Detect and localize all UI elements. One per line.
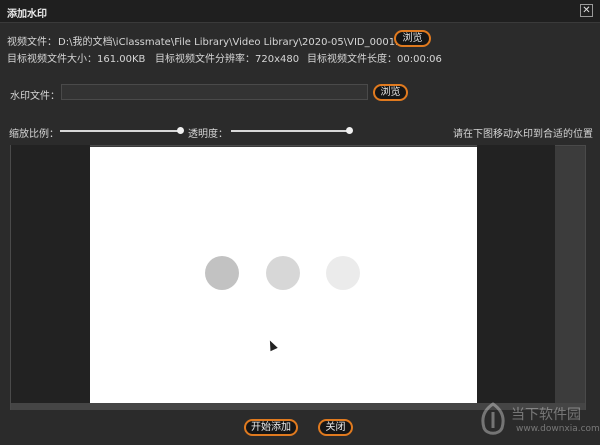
video-file-label: 视频文件： bbox=[7, 37, 57, 48]
site-logo-icon bbox=[481, 402, 505, 435]
scale-slider-track[interactable] bbox=[60, 130, 181, 132]
opacity-slider-track[interactable] bbox=[231, 130, 350, 132]
loading-dot bbox=[326, 256, 360, 290]
video-file-path: D:\我的文档\iClassmate\File Library\Video Li… bbox=[58, 37, 421, 48]
preview-letterbox-right bbox=[477, 145, 555, 403]
title-bar: 添加水印 ✕ bbox=[0, 0, 600, 23]
site-watermark: 当下软件园 www.downxia.com bbox=[478, 402, 600, 440]
preview-letterbox-left bbox=[11, 145, 90, 403]
target-resolution-text: 目标视频文件分辨率：720x480 bbox=[155, 54, 300, 65]
loading-dot bbox=[205, 256, 239, 290]
vertical-scrollbar[interactable] bbox=[555, 147, 585, 403]
watermark-browse-button[interactable]: 浏览 bbox=[373, 84, 408, 101]
opacity-label: 透明度： bbox=[188, 129, 228, 140]
site-watermark-url: www.downxia.com bbox=[516, 424, 600, 434]
scale-label: 缩放比例： bbox=[9, 129, 59, 140]
video-browse-button[interactable]: 浏览 bbox=[394, 30, 431, 47]
start-add-button[interactable]: 开始添加 bbox=[244, 419, 298, 436]
target-duration-text: 目标视频文件长度：00:00:06 bbox=[307, 54, 442, 65]
watermark-file-label: 水印文件： bbox=[10, 91, 60, 102]
close-icon[interactable]: ✕ bbox=[580, 4, 593, 17]
loading-dot bbox=[266, 256, 300, 290]
preview-canvas[interactable] bbox=[90, 147, 477, 403]
close-button[interactable]: 关闭 bbox=[318, 419, 353, 436]
window-title: 添加水印 bbox=[7, 9, 47, 20]
site-watermark-text: 当下软件园 bbox=[511, 407, 581, 423]
watermark-file-input[interactable] bbox=[61, 84, 368, 100]
target-size-text: 目标视频文件大小：161.00KB bbox=[7, 54, 146, 65]
opacity-slider-knob[interactable] bbox=[346, 127, 353, 134]
position-hint: 请在下图移动水印到合适的位置 bbox=[453, 129, 593, 140]
scale-slider-knob[interactable] bbox=[177, 127, 184, 134]
